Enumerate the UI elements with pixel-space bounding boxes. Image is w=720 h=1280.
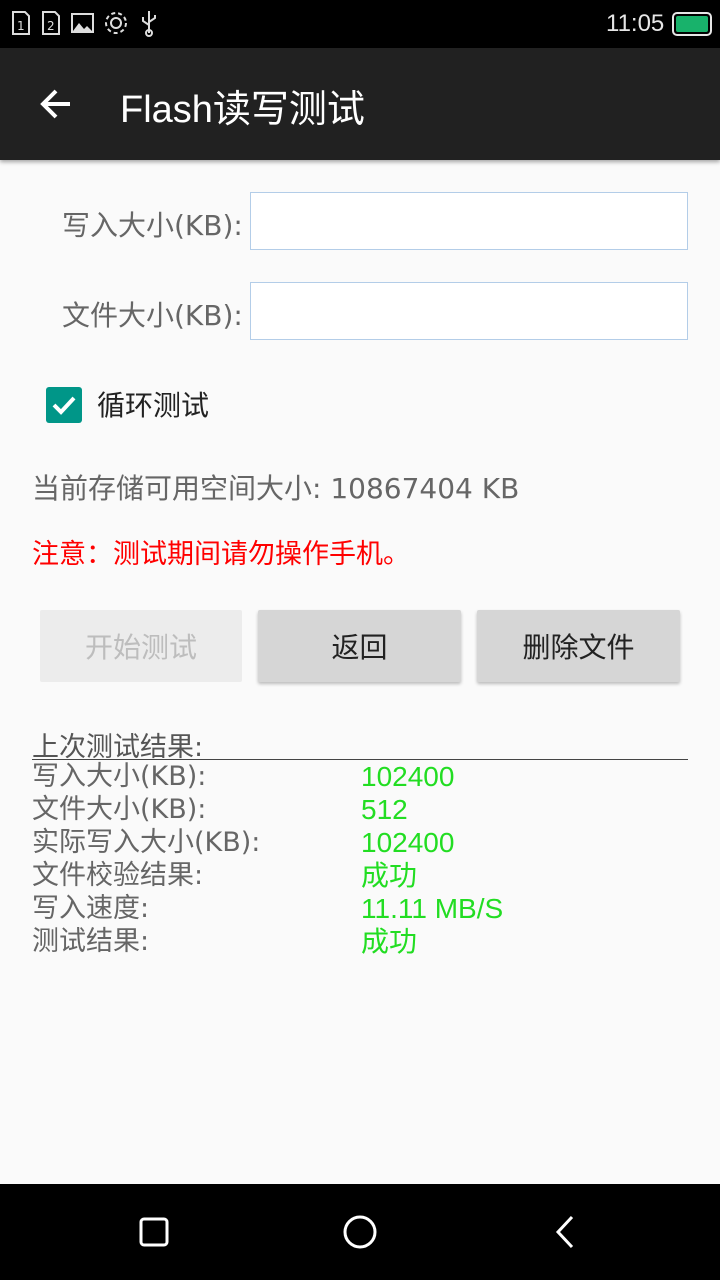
recents-square-icon xyxy=(139,1217,169,1247)
back-triangle-icon xyxy=(555,1215,574,1249)
write-size-label: 写入大小(KB): xyxy=(62,209,243,242)
result-label: 实际写入大小(KB): xyxy=(32,827,261,858)
warning-text: 注意：测试期间请勿操作手机。 xyxy=(32,539,410,570)
status-bar: 1 2 11:05 xyxy=(0,0,720,48)
result-value: 11.11 MB/S xyxy=(361,893,504,924)
file-size-label: 文件大小(KB): xyxy=(62,299,243,332)
home-button[interactable] xyxy=(330,1202,390,1262)
available-storage-text: 当前存储可用空间大小: 10867404 KB xyxy=(32,472,520,505)
write-size-input[interactable] xyxy=(250,192,688,250)
usb-icon xyxy=(142,11,156,37)
result-row-file-size: 文件大小(KB): 512 xyxy=(32,793,688,826)
result-label: 文件大小(KB): xyxy=(32,794,207,825)
result-label: 写入大小(KB): xyxy=(32,761,207,792)
return-button[interactable]: 返回 xyxy=(258,610,461,682)
app-toolbar: Flash读写测试 xyxy=(0,48,720,160)
checkmark-icon xyxy=(52,396,76,415)
result-value: 102400 xyxy=(361,761,455,792)
sim2-icon: 2 xyxy=(42,11,60,35)
battery-level xyxy=(676,16,708,32)
result-row-write-size: 写入大小(KB): 102400 xyxy=(32,760,688,793)
start-test-button[interactable]: 开始测试 xyxy=(40,610,242,682)
image-icon xyxy=(71,13,94,33)
clock: 11:05 xyxy=(606,10,665,37)
result-row-test-result: 测试结果: 成功 xyxy=(32,925,688,958)
home-circle-icon xyxy=(343,1215,377,1249)
result-label: 写入速度: xyxy=(32,893,150,924)
svg-text:2: 2 xyxy=(47,19,55,33)
result-row-actual-write-size: 实际写入大小(KB): 102400 xyxy=(32,826,688,859)
loop-test-checkbox[interactable] xyxy=(46,387,82,423)
sim1-icon: 1 xyxy=(12,11,30,35)
result-row-file-verify: 文件校验结果: 成功 xyxy=(32,859,688,892)
result-value: 512 xyxy=(361,794,408,825)
result-list: 写入大小(KB): 102400 文件大小(KB): 512 实际写入大小(KB… xyxy=(32,760,688,958)
gear-icon xyxy=(105,12,127,34)
file-size-input[interactable] xyxy=(250,282,688,340)
result-label: 文件校验结果: xyxy=(32,860,204,891)
back-button[interactable] xyxy=(30,78,82,130)
page-title: Flash读写测试 xyxy=(120,89,365,131)
result-value: 成功 xyxy=(361,926,418,957)
navigation-bar xyxy=(0,1184,720,1280)
svg-text:1: 1 xyxy=(17,19,25,33)
result-value: 102400 xyxy=(361,827,455,858)
result-label: 测试结果: xyxy=(32,926,150,957)
loop-test-label[interactable]: 循环测试 xyxy=(97,384,209,424)
recents-button[interactable] xyxy=(124,1202,184,1262)
status-icons: 1 2 xyxy=(10,9,160,37)
delete-file-button[interactable]: 删除文件 xyxy=(477,610,680,682)
arrow-back-icon xyxy=(40,89,70,119)
result-row-write-speed: 写入速度: 11.11 MB/S xyxy=(32,892,688,925)
nav-back-button[interactable] xyxy=(536,1202,596,1262)
battery-icon xyxy=(672,12,712,36)
result-value: 成功 xyxy=(361,860,418,891)
